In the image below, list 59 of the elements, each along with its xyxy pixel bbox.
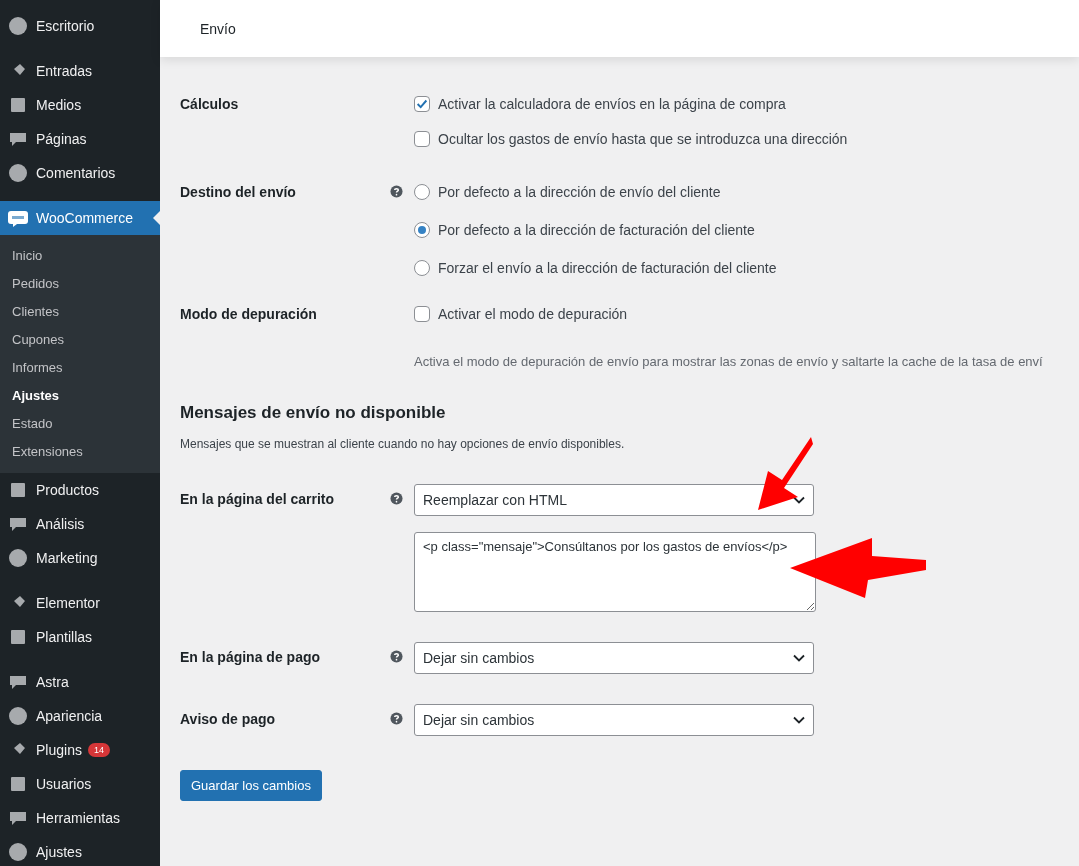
menu-item[interactable]: Entradas: [0, 54, 160, 88]
submenu-item[interactable]: Estado: [0, 410, 160, 438]
section-description: Mensajes que se muestran al cliente cuando no hay opciones de envío disponibles.: [180, 437, 626, 451]
menu-item[interactable]: Elementor: [0, 586, 160, 620]
menu-item[interactable]: Comentarios: [0, 156, 160, 190]
chevron-down-icon: [793, 716, 805, 724]
submenu-item[interactable]: Ajustes: [0, 382, 160, 410]
help-icon[interactable]: [390, 185, 403, 198]
chevron-down-icon: [793, 654, 805, 662]
menu-item[interactable]: Herramientas: [0, 801, 160, 835]
menu-item[interactable]: Medios: [0, 88, 160, 122]
submenu-item[interactable]: Inicio: [0, 242, 160, 270]
dropdown[interactable]: Reemplazar con HTML: [414, 484, 814, 516]
help-icon[interactable]: [390, 492, 403, 505]
radio-button[interactable]: [414, 260, 430, 276]
menu-item[interactable]: Apariencia: [0, 699, 160, 733]
help-icon[interactable]: [390, 712, 403, 725]
page-title: Envío: [200, 20, 236, 37]
menu-item[interactable]: WooCommerce: [0, 201, 160, 235]
menu-item[interactable]: Productos: [0, 473, 160, 507]
submenu-item[interactable]: Informes: [0, 354, 160, 382]
field-description: Activa el modo de depuración de envío para mostrar las zonas de envío y saltarte la cache de la tasa de enví: [414, 354, 1043, 369]
save-button[interactable]: Guardar los cambios: [180, 770, 322, 801]
menu-item[interactable]: Escritorio: [0, 9, 160, 43]
menu-item[interactable]: Ajustes: [0, 835, 160, 866]
checkbox[interactable]: [414, 131, 430, 147]
menu-item[interactable]: Plugins 14: [0, 733, 160, 767]
option-label: Ocultar los gastos de envío hasta que se introduzca una dirección: [438, 131, 848, 147]
submenu-item[interactable]: Extensiones: [0, 438, 160, 466]
update-count-badge: 14: [87, 743, 110, 757]
checkbox[interactable]: [414, 306, 430, 322]
dropdown[interactable]: Dejar sin cambios: [414, 642, 814, 674]
dropdown[interactable]: Dejar sin cambios: [414, 704, 814, 736]
checkbox[interactable]: [414, 96, 430, 112]
html-textarea[interactable]: <p class="mensaje">Consúltanos por los gastos de envíos</p>: [414, 532, 816, 612]
setting-label: Cálculos: [180, 95, 240, 114]
menu-item[interactable]: Marketing: [0, 541, 160, 575]
submenu-item[interactable]: Pedidos: [0, 270, 160, 298]
setting-label: Modo de depuración: [180, 305, 318, 324]
radio-button[interactable]: [414, 184, 430, 200]
setting-label: Aviso de pago: [180, 710, 277, 729]
setting-label: En la página de pago: [180, 648, 322, 667]
menu-item[interactable]: Plantillas: [0, 620, 160, 654]
setting-label: Destino del envío: [180, 183, 297, 202]
menu-item[interactable]: Astra: [0, 665, 160, 699]
option-label: Activar el modo de depuración: [438, 306, 628, 322]
setting-label: En la página del carrito: [180, 490, 336, 509]
option-label: Forzar el envío a la dirección de facturación del cliente: [438, 260, 777, 276]
menu-item[interactable]: Análisis: [0, 507, 160, 541]
submenu-item[interactable]: Clientes: [0, 298, 160, 326]
menu-item[interactable]: Usuarios: [0, 767, 160, 801]
menu-item[interactable]: Páginas: [0, 122, 160, 156]
submenu-item[interactable]: Cupones: [0, 326, 160, 354]
option-label: Por defecto a la dirección de facturación del cliente: [438, 222, 755, 238]
radio-button[interactable]: [414, 222, 430, 238]
option-label: Activar la calculadora de envíos en la página de compra: [438, 96, 786, 112]
option-label: Por defecto a la dirección de envío del cliente: [438, 184, 721, 200]
section-title: Mensajes de envío no disponible: [180, 403, 447, 423]
help-icon[interactable]: [390, 650, 403, 663]
